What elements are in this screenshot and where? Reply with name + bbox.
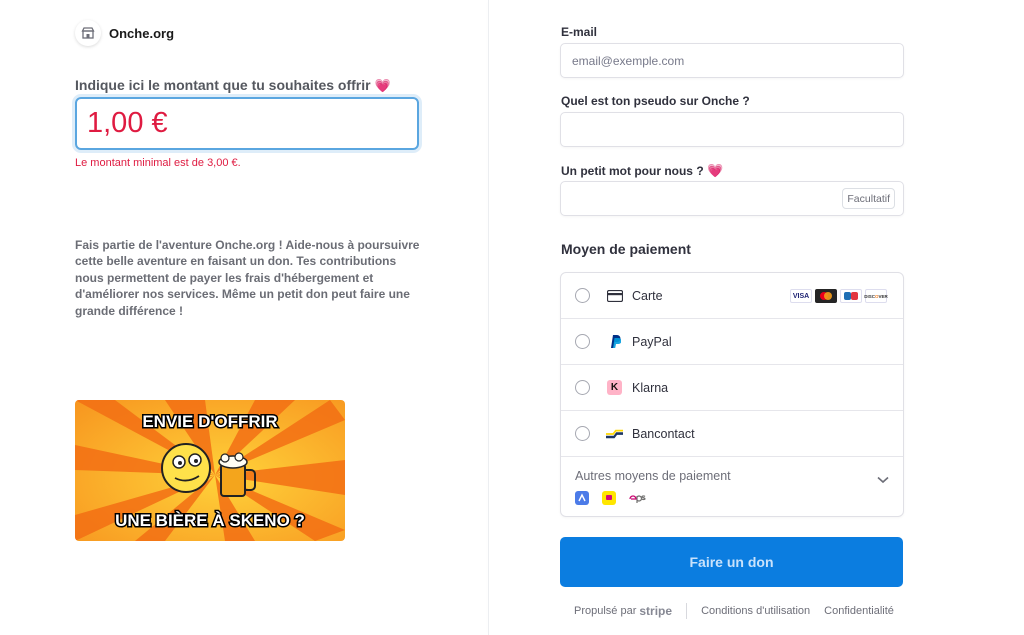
chevron-down-icon[interactable] [877, 471, 889, 489]
optional-tag: Facultatif [842, 188, 895, 209]
discover-icon: DISC O VER [864, 289, 888, 303]
payment-methods: Carte VISA DISC O VER PayPal K Klarna Ba… [560, 272, 904, 517]
pseudo-field[interactable] [560, 112, 904, 147]
description: Fais partie de l'aventure Onche.org ! Ai… [75, 238, 420, 318]
stripe-logo[interactable]: stripe [639, 604, 672, 618]
message-field[interactable]: Facultatif [560, 181, 904, 216]
radio-button[interactable] [575, 426, 590, 441]
paypal-icon [606, 333, 623, 350]
other-payment-label: Autres moyens de paiement [575, 469, 731, 483]
amount-input[interactable]: 1,00 € [75, 97, 419, 150]
card-brands: VISA DISC O VER [790, 289, 888, 303]
payment-option-paypal[interactable]: PayPal [561, 319, 903, 365]
footer: Propulsé par stripe Conditions d'utilisa… [574, 603, 908, 619]
message-label: Un petit mot pour nous ? 💗 [561, 163, 723, 179]
payment-option-label: Carte [632, 288, 663, 303]
pseudo-label: Quel est ton pseudo sur Onche ? [561, 94, 750, 108]
email-field[interactable]: email@exemple.com [560, 43, 904, 78]
amount-label-text: Indique ici le montant que tu souhaites … [75, 77, 371, 93]
brand[interactable]: Onche.org [75, 20, 174, 46]
radio-button[interactable] [575, 288, 590, 303]
klarna-icon: K [606, 379, 623, 396]
other-method-icons [575, 491, 647, 505]
powered-by-text: Propulsé par [574, 605, 637, 617]
heart-icon: 💗 [374, 78, 391, 93]
donate-button[interactable]: Faire un don [560, 537, 903, 587]
amount-value: 1,00 € [87, 107, 168, 139]
credit-card-icon [606, 287, 623, 304]
left-panel: Onche.org Indique ici le montant que tu … [0, 0, 488, 635]
payment-option-label: PayPal [632, 334, 672, 349]
payment-option-klarna[interactable]: K Klarna [561, 365, 903, 411]
shop-icon [75, 20, 101, 46]
banner-top-text: ENVIE D'OFFRIR [142, 412, 277, 431]
email-placeholder: email@exemple.com [572, 53, 685, 68]
radio-button[interactable] [575, 334, 590, 349]
other-payment-methods[interactable]: Autres moyens de paiement [561, 457, 903, 517]
brand-name: Onche.org [109, 25, 175, 41]
footer-separator [686, 603, 688, 619]
cartes-bancaires-icon [840, 289, 862, 303]
bank-icon [575, 491, 589, 505]
privacy-link[interactable]: Confidentialité [824, 605, 894, 617]
payment-option-bancontact[interactable]: Bancontact [561, 411, 903, 457]
terms-link[interactable]: Conditions d'utilisation [701, 605, 810, 617]
amount-error: Le montant minimal est de 3,00 €. [75, 157, 241, 169]
radio-button[interactable] [575, 380, 590, 395]
payment-option-label: Klarna [632, 380, 669, 395]
heart-icon: 💗 [707, 163, 724, 178]
bancontact-icon [606, 425, 623, 442]
message-label-text: Un petit mot pour nous ? [561, 164, 704, 178]
visa-icon: VISA [790, 289, 812, 303]
payment-title: Moyen de paiement [561, 241, 691, 257]
amount-label: Indique ici le montant que tu souhaites … [75, 77, 391, 94]
eps-icon [629, 491, 647, 505]
right-panel: E-mail email@exemple.com Quel est ton ps… [489, 0, 1024, 635]
payment-option-label: Bancontact [632, 426, 695, 441]
mastercard-icon [815, 289, 837, 303]
email-label: E-mail [561, 25, 598, 39]
banner-image: ENVIE D'OFFRIR UNE BIÈRE À SKENO ? [75, 400, 345, 541]
wero-icon [602, 491, 616, 505]
banner-bottom-text: UNE BIÈRE À SKENO ? [115, 511, 305, 530]
payment-option-card[interactable]: Carte VISA DISC O VER [561, 273, 903, 319]
